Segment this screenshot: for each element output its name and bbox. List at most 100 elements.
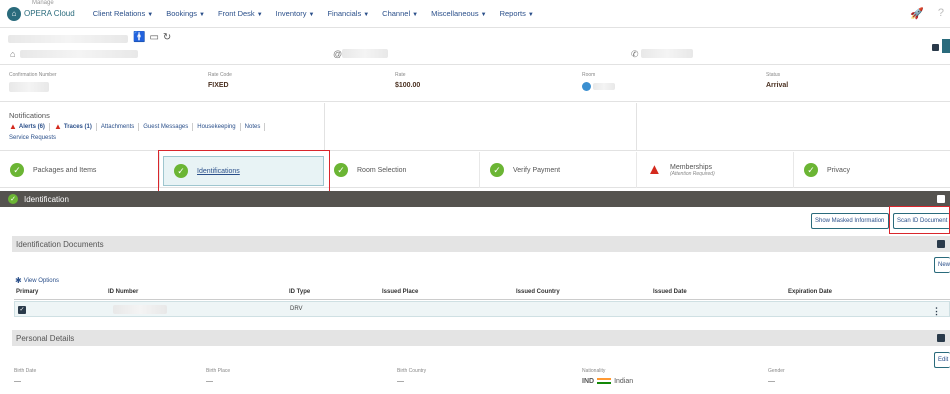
birth-date-label: Birth Date <box>14 368 37 374</box>
notifications-links: Notifications ▲ Alerts (6) ▲ Traces (1) … <box>0 103 325 151</box>
side-panel-toggle[interactable] <box>942 39 950 53</box>
identification-section-header: ✓ Identification <box>0 191 950 207</box>
window-title: Manage <box>32 0 54 6</box>
birth-date-value: — <box>14 378 21 385</box>
primary-checkbox[interactable]: ✓ <box>18 306 26 314</box>
collapse-icon[interactable] <box>937 334 945 342</box>
col-issued-place[interactable]: Issued Place <box>382 289 418 295</box>
row-actions-icon[interactable]: ⋮ <box>932 306 941 317</box>
menu-front-desk[interactable]: Front Desk ▼ <box>218 9 263 18</box>
collapse-icon[interactable] <box>937 240 945 248</box>
id-table-header: Primary ID Number ID Type Issued Place I… <box>14 288 950 300</box>
step-memberships[interactable]: ▲ Memberships (Attention Required) <box>637 152 794 188</box>
chevron-down-icon: ▼ <box>480 12 487 18</box>
service-requests-link[interactable]: Service Requests <box>9 135 56 141</box>
person-icon: 🚹 <box>133 32 150 43</box>
status-label: Status <box>766 72 781 78</box>
col-id-number[interactable]: ID Number <box>108 289 138 295</box>
birth-place-value: — <box>206 378 213 385</box>
new-id-button[interactable]: New <box>934 257 950 273</box>
chevron-down-icon: ▼ <box>308 12 315 18</box>
col-expiration-date[interactable]: Expiration Date <box>788 289 832 295</box>
app-logo[interactable]: ⌂ OPERA Cloud <box>7 6 75 21</box>
menu-inventory[interactable]: Inventory ▼ <box>276 9 315 18</box>
reservation-summary: Confirmation Number Rate Code FIXED Rate… <box>0 66 950 102</box>
birth-country-field: Birth Country — <box>397 368 426 385</box>
step-room-selection[interactable]: ✓ Room Selection <box>324 152 480 188</box>
phone-icon: ✆ <box>631 49 639 59</box>
check-circle-icon: ✓ <box>804 163 818 177</box>
step-privacy[interactable]: ✓ Privacy <box>794 152 950 188</box>
confirmation-label: Confirmation Number <box>9 72 57 78</box>
nationality-name: Indian <box>614 378 634 385</box>
guest-name-redacted <box>8 35 128 43</box>
check-circle-icon: ✓ <box>334 163 348 177</box>
personal-details-header: Personal Details <box>12 330 950 346</box>
birth-date-field: Birth Date — <box>14 368 36 385</box>
rate-label: Rate <box>395 72 406 78</box>
col-issued-date[interactable]: Issued Date <box>653 289 687 295</box>
step-label: Memberships <box>670 163 713 171</box>
refresh-icon[interactable]: ↻ <box>163 32 175 43</box>
chevron-down-icon: ▼ <box>147 12 154 18</box>
warning-icon: ▲ <box>647 161 662 178</box>
view-options-label: View Options <box>23 277 59 284</box>
divider <box>48 122 50 131</box>
table-row[interactable]: ✓ DRV ⋮ <box>14 301 950 317</box>
rocket-icon[interactable]: 🚀 <box>910 7 924 20</box>
checkin-steps: ✓ Packages and Items ✓ Identifications ✓… <box>0 152 950 188</box>
divider <box>192 122 194 131</box>
notifications-empty-panel <box>325 103 637 151</box>
status-value: Arrival <box>766 82 789 89</box>
phone-redacted <box>641 49 693 58</box>
main-menu: Client Relations ▼ Bookings ▼ Front Desk ▼ … <box>93 9 547 18</box>
edit-personal-details-button[interactable]: Edit <box>934 352 950 368</box>
housekeeping-link[interactable]: Housekeeping <box>197 124 235 130</box>
alert-icon: ▲ <box>9 122 17 131</box>
show-masked-information-button[interactable]: Show Masked Information <box>811 213 889 229</box>
help-icon[interactable]: ? <box>938 7 944 20</box>
birth-country-value: — <box>397 378 404 385</box>
nationality-label: Nationality <box>582 368 606 374</box>
check-circle-icon: ✓ <box>8 194 18 204</box>
menu-client-relations[interactable]: Client Relations ▼ <box>93 9 153 18</box>
menu-reports[interactable]: Reports ▼ <box>500 9 534 18</box>
col-primary[interactable]: Primary <box>16 289 38 295</box>
email-redacted <box>342 49 388 58</box>
check-circle-icon: ✓ <box>10 163 24 177</box>
menu-financials[interactable]: Financials ▼ <box>327 9 369 18</box>
collapse-icon[interactable] <box>937 195 945 203</box>
gender-label: Gender <box>768 368 785 374</box>
attachments-link[interactable]: Attachments <box>101 124 134 130</box>
gender-field: Gender — <box>768 368 785 385</box>
notes-link[interactable]: Notes <box>245 124 261 130</box>
step-label: Privacy <box>827 166 850 174</box>
identification-documents-header: Identification Documents <box>12 236 950 252</box>
chevron-down-icon: ▼ <box>412 12 419 18</box>
traces-link[interactable]: Traces (1) <box>64 124 92 130</box>
menu-channel[interactable]: Channel ▼ <box>382 9 418 18</box>
opera-logo-icon: ⌂ <box>7 6 21 21</box>
collapse-header-button[interactable] <box>932 44 939 51</box>
col-id-type[interactable]: ID Type <box>289 289 310 295</box>
menu-bookings[interactable]: Bookings ▼ <box>166 9 205 18</box>
app-name: OPERA Cloud <box>24 9 75 18</box>
step-label: Packages and Items <box>33 166 97 174</box>
gender-value: — <box>768 378 775 385</box>
menu-miscellaneous[interactable]: Miscellaneous ▼ <box>431 9 486 18</box>
email-icon: @ <box>333 49 343 59</box>
step-packages-and-items[interactable]: ✓ Packages and Items <box>0 152 160 188</box>
alerts-link[interactable]: Alerts (6) <box>19 124 45 130</box>
personal-details-title: Personal Details <box>16 333 75 343</box>
alert-icon: ▲ <box>53 122 62 131</box>
divider <box>264 122 266 131</box>
view-options-link[interactable]: ✱ View Options <box>15 276 59 285</box>
step-verify-payment[interactable]: ✓ Verify Payment <box>480 152 637 188</box>
divider <box>239 122 241 131</box>
highlight-box-scan-id <box>889 206 950 234</box>
room-col: Room <box>582 72 615 91</box>
id-type-cell: DRV <box>290 306 303 312</box>
check-circle-icon: ✓ <box>490 163 504 177</box>
col-issued-country[interactable]: Issued Country <box>516 289 560 295</box>
guest-messages-link[interactable]: Guest Messages <box>143 124 188 130</box>
